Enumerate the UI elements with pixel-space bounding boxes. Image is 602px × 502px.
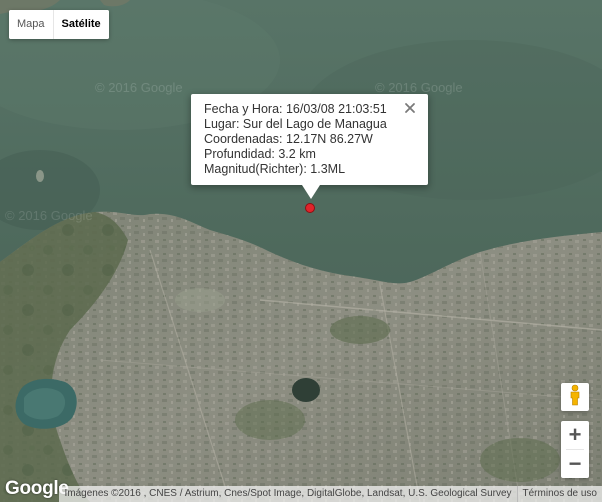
close-icon[interactable] (403, 101, 417, 115)
map-type-control: Mapa Satélite (9, 10, 109, 39)
satellite-imagery[interactable]: © 2016 Google © 2016 Google © 2016 Googl… (0, 0, 602, 502)
info-line-magnitude: Magnitud(Richter): 1.3ML (204, 162, 346, 176)
map-type-button-satelite[interactable]: Satélite (52, 10, 109, 39)
info-line-coordinates: Coordenadas: 12.17N 86.27W (204, 132, 373, 146)
zoom-in-icon: + (568, 422, 582, 447)
attribution-text: Imágenes ©2016 , CNES / Astrium, Cnes/Sp… (64, 488, 512, 499)
attribution-bar: Imágenes ©2016 , CNES / Astrium, Cnes/Sp… (59, 486, 602, 502)
watermark-text: © 2016 Google (375, 80, 463, 95)
terms-link[interactable]: Términos de uso (516, 486, 602, 502)
zoom-in-button[interactable]: + (561, 421, 589, 449)
info-line-place: Lugar: Sur del Lago de Managua (204, 117, 387, 131)
street-view-button[interactable] (561, 383, 589, 411)
info-window: Fecha y Hora: 16/03/08 21:03:51 Lugar: S… (191, 94, 428, 199)
zoom-out-button[interactable]: − (561, 450, 589, 478)
info-line-date: Fecha y Hora: 16/03/08 21:03:51 (204, 102, 387, 116)
watermark-text: © 2016 Google (5, 208, 93, 223)
map-canvas[interactable]: © 2016 Google © 2016 Google © 2016 Googl… (0, 0, 602, 502)
info-window-tail (302, 185, 320, 199)
zoom-out-icon: − (568, 451, 582, 476)
earthquake-marker[interactable] (305, 203, 315, 213)
zoom-control: + − (561, 421, 589, 478)
pegman-icon (568, 384, 582, 411)
map-type-button-mapa[interactable]: Mapa (9, 10, 53, 39)
watermark-text: © 2016 Google (95, 80, 183, 95)
info-line-depth: Profundidad: 3.2 km (204, 147, 316, 161)
